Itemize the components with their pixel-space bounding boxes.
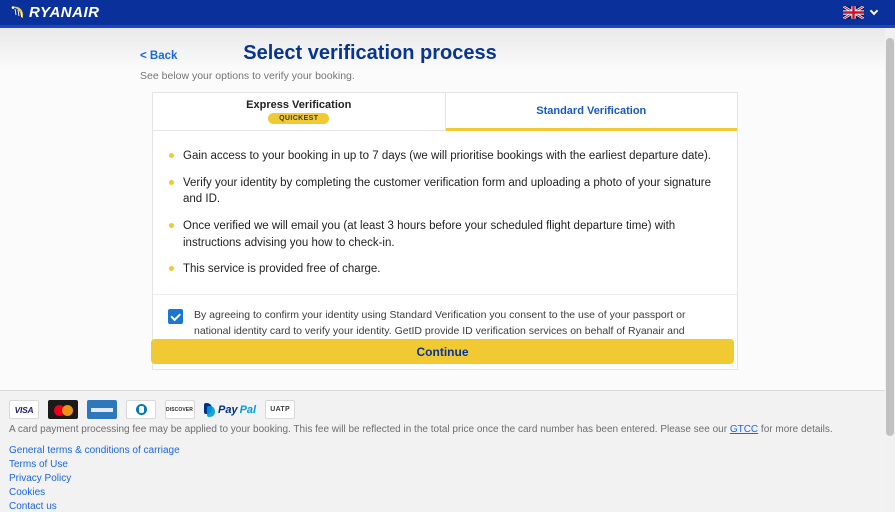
discover-icon: DISCOVER [165, 400, 195, 419]
footer-link-privacy-policy[interactable]: Privacy Policy [9, 472, 180, 486]
footer-link-contact-us[interactable]: Contact us [9, 500, 180, 512]
paypal-icon: PayPal [204, 403, 256, 417]
top-navbar: RYANAIR [0, 0, 895, 28]
paypal-mark-icon [204, 403, 216, 417]
language-selector[interactable] [843, 6, 877, 19]
page-footer: VISA DISCOVER PayPal UATP A card payment… [0, 390, 895, 512]
card-fee-notice: A card payment processing fee may be app… [9, 424, 833, 435]
chevron-down-icon [870, 7, 878, 15]
accepted-payment-methods: VISA DISCOVER PayPal UATP [9, 400, 295, 419]
gtcc-link[interactable]: GTCC [730, 424, 758, 435]
standard-verification-details: Gain access to your booking in up to 7 d… [153, 131, 737, 294]
footer-link-terms-of-use[interactable]: Terms of Use [9, 458, 180, 472]
bullet-item: Once verified we will email you (at leas… [183, 218, 721, 251]
scrollbar-thumb[interactable] [886, 38, 894, 436]
quickest-badge: QUICKEST [268, 113, 329, 124]
uatp-icon: UATP [265, 400, 295, 419]
uk-flag-icon [843, 6, 864, 19]
page-subtitle: See below your options to verify your bo… [140, 70, 355, 82]
diners-club-icon [126, 400, 156, 419]
bullet-item: Gain access to your booking in up to 7 d… [183, 148, 721, 165]
brand-name: RYANAIR [29, 4, 99, 21]
page-title: Select verification process [0, 42, 740, 65]
tab-standard-label: Standard Verification [536, 105, 646, 117]
visa-icon: VISA [9, 400, 39, 419]
fee-notice-suffix: for more details. [758, 424, 832, 435]
page-scrollbar[interactable] [885, 28, 895, 512]
harp-icon [10, 5, 26, 21]
tab-express-verification[interactable]: Express Verification QUICKEST [153, 93, 446, 131]
footer-link-general-terms[interactable]: General terms & conditions of carriage [9, 444, 180, 458]
consent-checkbox[interactable] [168, 309, 183, 324]
main-content: < Back Select verification process See b… [0, 28, 895, 390]
bullet-item: This service is provided free of charge. [183, 261, 721, 278]
fee-notice-text: A card payment processing fee may be app… [9, 424, 730, 435]
american-express-icon [87, 400, 117, 419]
mastercard-icon [48, 400, 78, 419]
ryanair-logo[interactable]: RYANAIR [10, 4, 99, 21]
tab-standard-verification[interactable]: Standard Verification [446, 93, 738, 131]
verification-tabs: Express Verification QUICKEST Standard V… [153, 93, 737, 131]
continue-button[interactable]: Continue [151, 339, 734, 364]
verification-panel: Express Verification QUICKEST Standard V… [152, 92, 738, 370]
bullet-item: Verify your identity by completing the c… [183, 175, 721, 208]
footer-links: General terms & conditions of carriage T… [9, 444, 180, 512]
footer-link-cookies[interactable]: Cookies [9, 486, 180, 500]
tab-express-label: Express Verification [246, 99, 351, 111]
